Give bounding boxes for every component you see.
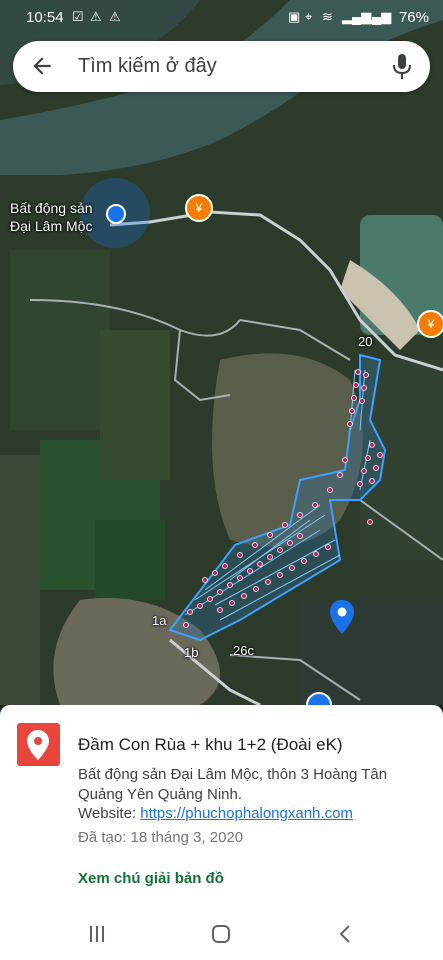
recent-apps-icon[interactable]: [88, 924, 106, 944]
warning-icon: ⚠: [109, 9, 121, 24]
location-icon: ⌖: [305, 9, 313, 24]
selected-place-pin-icon[interactable]: [330, 600, 354, 634]
back-arrow-icon[interactable]: [29, 53, 55, 79]
website-link[interactable]: https://phuchophalongxanh.com: [140, 805, 353, 822]
restaurant-pin-icon[interactable]: ¥: [185, 194, 213, 222]
created-date: Đã tạo: 18 tháng 3, 2020: [78, 829, 244, 846]
check-notification-icon: ☑: [72, 9, 84, 24]
place-website: Website: https://phuchophalongxanh.com: [78, 805, 353, 822]
back-icon[interactable]: [338, 924, 352, 944]
place-description: Bất động sản Đại Lâm Mộc, thôn 3 Hoàng T…: [78, 766, 388, 803]
map-label-26c: 26c: [233, 643, 254, 658]
status-bar: 10:54 ☑ ⚠ ⚠ ▣ ⌖ ≋ ▂▄▆ ▂▄▆ 76%: [0, 0, 443, 34]
search-input[interactable]: Tìm kiếm ở đây: [78, 55, 217, 78]
map-view[interactable]: Bất động sản Đại Lâm Mộc ¥ ¥ 20 1a 1b 26…: [0, 0, 443, 705]
battery-level: 76%: [398, 9, 429, 26]
place-title: Đầm Con Rùa + khu 1+2 (Đoài eK): [78, 735, 343, 754]
battery-saver-icon: ▣: [288, 9, 301, 24]
signal-icon: ▂▄▆: [362, 9, 392, 24]
map-legend-link[interactable]: Xem chú giải bản đồ: [78, 870, 224, 887]
map-label-20: 20: [358, 334, 373, 349]
place-details-sheet[interactable]: Đầm Con Rùa + khu 1+2 (Đoài eK) Bất động…: [0, 705, 443, 960]
home-icon[interactable]: [211, 924, 231, 944]
wifi-icon: ≋: [322, 9, 333, 24]
map-label-1b: 1b: [184, 645, 199, 660]
place-marker-icon: [17, 723, 60, 766]
location-label: Bất động sản Đại Lâm Mộc: [10, 200, 93, 234]
system-nav-bar: [0, 910, 443, 960]
satellite-imagery: [0, 0, 443, 705]
warning-icon: ⚠: [90, 9, 102, 24]
clock: 10:54: [26, 9, 64, 26]
microphone-icon[interactable]: [392, 53, 412, 81]
map-label-1a: 1a: [152, 613, 167, 628]
search-bar[interactable]: Tìm kiếm ở đây: [13, 41, 430, 92]
restaurant-pin-icon[interactable]: ¥: [417, 310, 443, 338]
